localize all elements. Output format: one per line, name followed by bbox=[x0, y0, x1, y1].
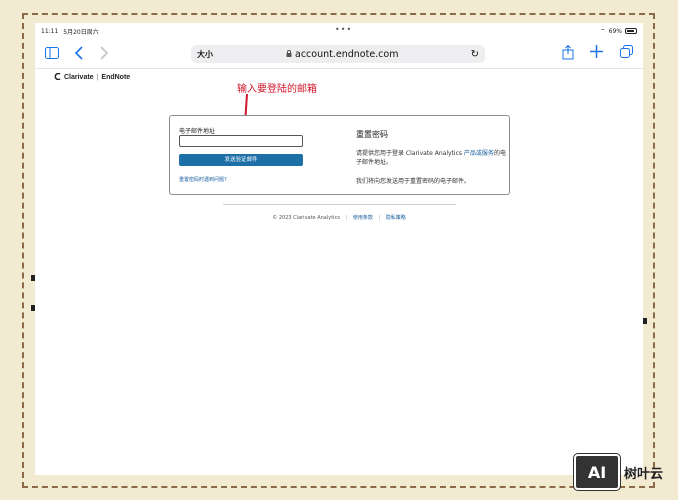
side-marker bbox=[31, 275, 35, 281]
url-text: account.endnote.com bbox=[295, 48, 399, 60]
side-marker bbox=[31, 305, 35, 311]
battery-icon bbox=[625, 28, 637, 34]
page-footer: © 2023 Clarivate Analytics | 使用条款 | 隐私策略 bbox=[35, 214, 643, 221]
text-size-button[interactable]: 大小 bbox=[197, 49, 213, 60]
battery-percent: 69% bbox=[608, 27, 622, 35]
lock-icon bbox=[286, 49, 292, 60]
products-services-link[interactable]: 产品或服务 bbox=[464, 150, 494, 157]
clarivate-icon bbox=[54, 72, 61, 82]
footer-separator: | bbox=[378, 215, 381, 221]
footer-divider bbox=[223, 204, 456, 205]
watermark-text: 树叶云 bbox=[624, 466, 664, 482]
email-input[interactable] bbox=[179, 135, 303, 147]
brand-product: EndNote bbox=[101, 74, 131, 81]
send-verification-button[interactable]: 发送验证邮件 bbox=[179, 154, 303, 166]
tablet-screen: 11:11 5月20日周六 ••• ⌔ 69% 大小 account.endno… bbox=[35, 23, 643, 475]
annotation-text: 输入要登陆的邮箱 bbox=[237, 84, 317, 95]
brand-company: Clarivate bbox=[64, 74, 94, 81]
watermark-logo: AI bbox=[573, 453, 621, 491]
browser-toolbar: 大小 account.endnote.com ↻ bbox=[35, 39, 643, 69]
sidebar-icon[interactable] bbox=[45, 47, 59, 62]
clarivate-endnote-logo[interactable]: Clarivate | EndNote bbox=[54, 72, 131, 82]
status-date: 5月20日周六 bbox=[63, 28, 99, 36]
privacy-link[interactable]: 隐私策略 bbox=[386, 215, 406, 221]
trouble-resetting-link[interactable]: 重置密码时遇到问题? bbox=[179, 176, 227, 183]
reload-icon[interactable]: ↻ bbox=[471, 49, 479, 60]
share-icon[interactable] bbox=[562, 44, 574, 63]
url-display[interactable]: account.endnote.com bbox=[286, 49, 398, 60]
reset-note: 我们将向您发送用于重置密码的电子邮件。 bbox=[356, 178, 471, 185]
reset-password-card: 电子邮件地址 发送验证邮件 重置密码时遇到问题? 重置密码 请提供您用于登录 C… bbox=[169, 115, 510, 195]
reset-description: 请提供您用于登录 Clarivate Analytics 产品或服务的电子邮件地… bbox=[356, 149, 506, 167]
forward-icon[interactable] bbox=[99, 46, 109, 63]
copyright: © 2023 Clarivate Analytics bbox=[272, 215, 340, 221]
side-marker bbox=[643, 318, 647, 324]
back-icon[interactable] bbox=[74, 46, 84, 63]
status-bar: 11:11 5月20日周六 ••• ⌔ 69% bbox=[35, 23, 643, 39]
footer-separator: | bbox=[345, 215, 348, 221]
status-right: ⌔ 69% bbox=[600, 27, 637, 35]
multitask-dots[interactable]: ••• bbox=[335, 25, 352, 34]
reset-desc-prefix: 请提供您用于登录 Clarivate Analytics bbox=[356, 150, 464, 157]
reset-title: 重置密码 bbox=[356, 130, 388, 139]
status-time: 11:11 bbox=[41, 27, 59, 35]
brand-separator: | bbox=[96, 74, 99, 81]
tabs-overview-icon[interactable] bbox=[620, 45, 633, 61]
email-label: 电子邮件地址 bbox=[179, 128, 216, 135]
new-tab-icon[interactable] bbox=[590, 45, 603, 61]
wifi-icon: ⌔ bbox=[600, 28, 606, 35]
watermark: AI 树叶云 bbox=[573, 452, 674, 492]
address-bar[interactable]: 大小 account.endnote.com ↻ bbox=[191, 45, 485, 63]
terms-link[interactable]: 使用条款 bbox=[353, 215, 373, 221]
